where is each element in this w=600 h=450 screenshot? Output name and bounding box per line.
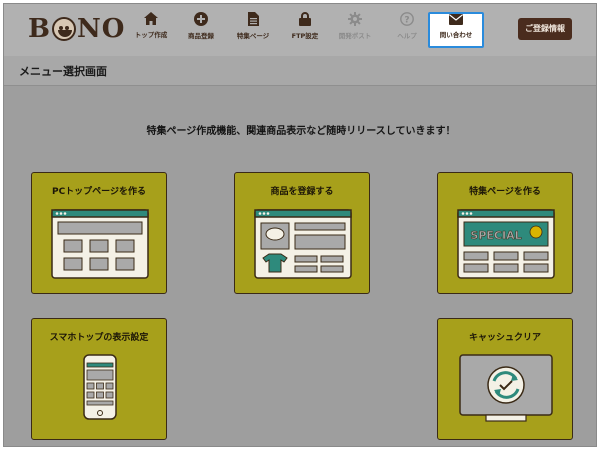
pc-layout-icon: [51, 209, 149, 279]
envelope-icon: [449, 14, 463, 25]
app-frame: B NO トップ作成 商品登録 特集ページ FTP設定 開発ボスト ? ヘルプ …: [3, 3, 597, 447]
card-pc-top-page[interactable]: PCトップページを作る: [31, 172, 167, 294]
lock-icon: [299, 12, 311, 26]
nav-label: FTP設定: [291, 32, 319, 40]
card-smartphone-top-settings[interactable]: スマホトップの表示設定: [31, 318, 167, 440]
nav-contact[interactable]: 問い合わせ: [428, 12, 484, 48]
card-special-page[interactable]: 特集ページを作る SPECIAL: [437, 172, 573, 294]
home-icon: [144, 12, 158, 25]
document-icon: [247, 12, 259, 26]
release-notice: 特集ページ作成機能、関連商品表示など随時リリースしていきます！: [146, 126, 456, 137]
card-title: キャッシュクリア: [468, 333, 541, 343]
nav-label: 商品登録: [188, 32, 214, 40]
nav-top-create[interactable]: トップ作成: [124, 12, 178, 48]
nav-label: 特集ページ: [236, 32, 270, 40]
card-title: スマホトップの表示設定: [49, 333, 149, 343]
card-product-register[interactable]: 商品を登録する: [234, 172, 370, 294]
nav-help[interactable]: ? ヘルプ: [380, 12, 434, 48]
nav-label: ヘルプ: [397, 32, 417, 40]
nav-label: トップ作成: [134, 31, 168, 39]
header: B NO トップ作成 商品登録 特集ページ FTP設定 開発ボスト ? ヘルプ …: [4, 4, 596, 56]
nav-dev-post[interactable]: 開発ボスト: [328, 12, 382, 48]
logo[interactable]: B NO: [28, 13, 125, 45]
logo-face-icon: [51, 17, 76, 41]
gear-icon: [348, 12, 362, 26]
card-cache-clear[interactable]: キャッシュクリア: [437, 318, 573, 440]
special-page-icon: SPECIAL: [457, 209, 555, 279]
card-title: 商品を登録する: [270, 187, 334, 197]
nav-product-register[interactable]: 商品登録: [174, 12, 228, 48]
product-register-icon: [254, 209, 352, 279]
registration-info-button[interactable]: ご登録情報: [518, 18, 572, 40]
nav-label: 問い合わせ: [439, 31, 473, 39]
nav-label: 開発ボスト: [338, 32, 372, 40]
card-title: PCトップページを作る: [51, 187, 147, 197]
svg-text:?: ?: [404, 16, 409, 26]
subheader: メニュー選択画面: [4, 56, 596, 86]
page-title: メニュー選択画面: [19, 65, 107, 78]
nav-ftp-settings[interactable]: FTP設定: [278, 12, 332, 48]
smartphone-icon: [83, 354, 117, 420]
plus-circle-icon: [194, 12, 208, 26]
help-icon: ?: [400, 12, 414, 26]
nav-special-page[interactable]: 特集ページ: [226, 12, 280, 48]
banner-text: SPECIAL: [470, 229, 521, 242]
monitor-refresh-icon: [459, 354, 553, 422]
card-title: 特集ページを作る: [469, 187, 541, 197]
